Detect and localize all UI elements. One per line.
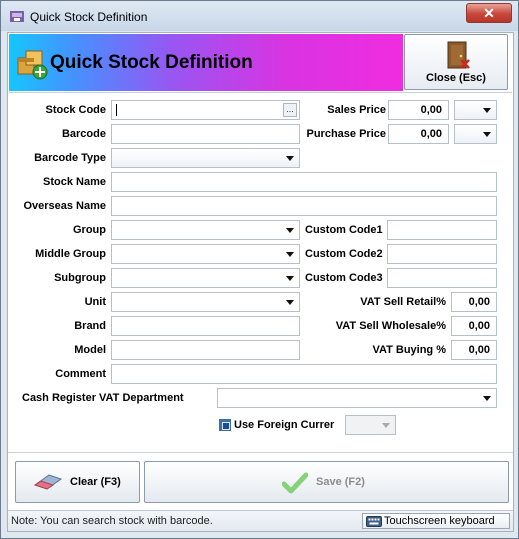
custom-code2-input[interactable] — [387, 244, 497, 264]
group-select[interactable] — [111, 220, 300, 240]
overseas-name-label: Overseas Name — [23, 200, 106, 212]
foreign-currency-select[interactable] — [345, 415, 396, 435]
chevron-down-icon — [483, 108, 491, 113]
chevron-down-icon — [286, 228, 294, 233]
status-bar: Note: You can search stock with barcode.… — [8, 510, 513, 531]
model-input[interactable] — [111, 340, 300, 360]
purchase-price-currency-select[interactable] — [454, 124, 497, 144]
text-caret — [116, 104, 117, 116]
sales-price-input[interactable]: 0,00 — [388, 100, 449, 120]
custom-code3-input[interactable] — [387, 268, 497, 288]
middle-group-select[interactable] — [111, 244, 300, 264]
subgroup-select[interactable] — [111, 268, 300, 288]
actions-divider — [8, 452, 513, 453]
vat-sell-retail-input[interactable]: 0,00 — [451, 292, 497, 312]
save-button-label: Save (F2) — [316, 476, 365, 488]
custom-code3-label: Custom Code3 — [305, 272, 383, 284]
stock-code-input[interactable]: ... — [111, 100, 300, 120]
cash-register-vat-label: Cash Register VAT Department — [22, 392, 184, 404]
barcode-type-select[interactable] — [111, 148, 300, 168]
subgroup-label: Subgroup — [54, 272, 106, 284]
sales-price-currency-select[interactable] — [454, 100, 497, 120]
keyboard-icon — [366, 516, 382, 527]
cash-register-vat-select[interactable] — [217, 388, 497, 408]
overseas-name-input[interactable] — [111, 196, 497, 216]
checkmark-icon — [282, 472, 308, 494]
unit-select[interactable] — [111, 292, 300, 312]
window-close-button[interactable]: ✕ — [466, 3, 512, 23]
vat-sell-wholesale-label: VAT Sell Wholesale% — [335, 320, 446, 332]
comment-input[interactable] — [111, 364, 497, 384]
window-title: Quick Stock Definition — [30, 10, 148, 24]
use-foreign-currency-label: Use Foreign Currer — [234, 419, 335, 431]
vat-buying-input[interactable]: 0,00 — [451, 340, 497, 360]
model-label: Model — [74, 344, 106, 356]
chevron-down-icon — [286, 276, 294, 281]
chevron-down-icon — [483, 132, 491, 137]
brand-label: Brand — [74, 320, 106, 332]
status-note: Note: You can search stock with barcode. — [11, 515, 213, 527]
comment-label: Comment — [55, 368, 106, 380]
stock-code-browse-button[interactable]: ... — [283, 103, 297, 117]
barcode-type-label: Barcode Type — [34, 152, 106, 164]
barcode-label: Barcode — [61, 128, 106, 140]
touchscreen-keyboard-label: Touchscreen keyboard — [384, 515, 495, 527]
chevron-down-icon — [483, 396, 491, 401]
middle-group-label: Middle Group — [35, 248, 106, 260]
vat-buying-label: VAT Buying % — [372, 344, 446, 356]
title-bar: Quick Stock Definition ✕ — [1, 1, 518, 31]
client-area: Quick Stock Definition Close (Esc) Stock… — [7, 32, 514, 532]
sales-price-label: Sales Price — [327, 104, 386, 116]
stock-code-label: Stock Code — [45, 104, 106, 116]
chevron-down-icon — [286, 252, 294, 257]
stock-name-label: Stock Name — [43, 176, 106, 188]
use-foreign-currency-checkbox[interactable] — [219, 419, 231, 431]
purchase-price-input[interactable]: 0,00 — [388, 124, 449, 144]
brand-input[interactable] — [111, 316, 300, 336]
group-label: Group — [73, 224, 106, 236]
stock-name-input[interactable] — [111, 172, 497, 192]
stock-form: Stock Code ... Sales Price 0,00 Barcode … — [8, 33, 513, 503]
chevron-down-icon — [286, 300, 294, 305]
chevron-down-icon — [382, 423, 390, 428]
vat-sell-wholesale-input[interactable]: 0,00 — [451, 316, 497, 336]
vat-sell-retail-label: VAT Sell Retail% — [360, 296, 446, 308]
barcode-input[interactable] — [111, 124, 300, 144]
clear-button-label: Clear (F3) — [70, 476, 121, 488]
chevron-down-icon — [286, 156, 294, 161]
eraser-icon — [33, 474, 63, 490]
touchscreen-keyboard-button[interactable]: Touchscreen keyboard — [362, 513, 510, 529]
purchase-price-label: Purchase Price — [306, 128, 387, 140]
app-icon — [10, 11, 24, 22]
save-button[interactable]: Save (F2) — [144, 461, 509, 503]
custom-code1-input[interactable] — [387, 220, 497, 240]
custom-code1-label: Custom Code1 — [305, 224, 383, 236]
quick-stock-window: Quick Stock Definition ✕ Quick Stock Def… — [0, 0, 519, 539]
unit-label: Unit — [84, 296, 106, 308]
clear-button[interactable]: Clear (F3) — [15, 461, 140, 503]
custom-code2-label: Custom Code2 — [305, 248, 383, 260]
